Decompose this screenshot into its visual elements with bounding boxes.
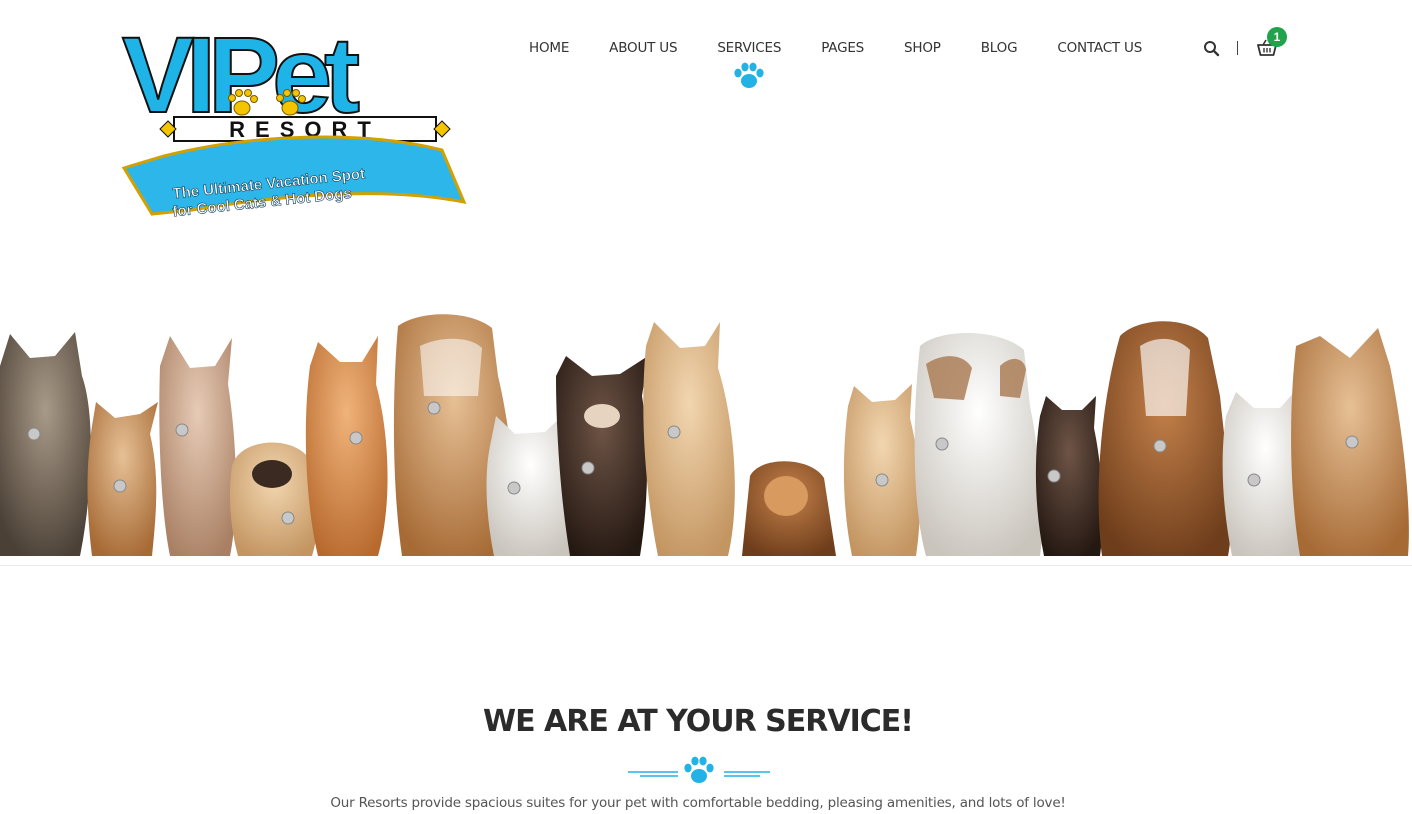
nav-label: HOME — [529, 40, 570, 56]
nav-label: SERVICES — [717, 40, 782, 56]
main-nav: HOME ABOUT US SERVICES PAGES SHOP BLOG C… — [509, 38, 1162, 88]
page: VIPet RESORT The Ultimate Vacation Spot … — [0, 0, 1412, 814]
nav-item-shop[interactable]: SHOP — [884, 38, 961, 58]
pets-group — [0, 314, 1409, 556]
section-description: Our Resorts provide spacious suites for … — [330, 795, 1066, 811]
nav-divider — [1237, 41, 1238, 55]
nav-label: BLOG — [980, 40, 1018, 56]
nav-label: ABOUT US — [609, 40, 678, 56]
section-title: WE ARE AT YOUR SERVICE! — [483, 704, 914, 739]
nav-item-services[interactable]: SERVICES — [697, 38, 801, 88]
site-logo[interactable]: VIPet RESORT The Ultimate Vacation Spot … — [112, 16, 476, 220]
nav-item-about-us[interactable]: ABOUT US — [589, 38, 697, 58]
nav-label: SHOP — [904, 40, 941, 56]
nav-item-contact-us[interactable]: CONTACT US — [1037, 38, 1162, 58]
hero-divider — [0, 565, 1412, 566]
nav-item-pages[interactable]: PAGES — [801, 38, 884, 58]
search-icon[interactable] — [1203, 40, 1220, 57]
paw-icon — [734, 62, 764, 88]
nav-label: PAGES — [821, 40, 865, 56]
nav-item-home[interactable]: HOME — [509, 38, 589, 58]
cart-count-badge[interactable]: 1 — [1267, 27, 1287, 47]
hero-pets-image — [0, 314, 1409, 556]
nav-label: CONTACT US — [1057, 40, 1143, 56]
paw-divider-icon — [628, 756, 770, 783]
nav-item-blog[interactable]: BLOG — [961, 38, 1038, 58]
